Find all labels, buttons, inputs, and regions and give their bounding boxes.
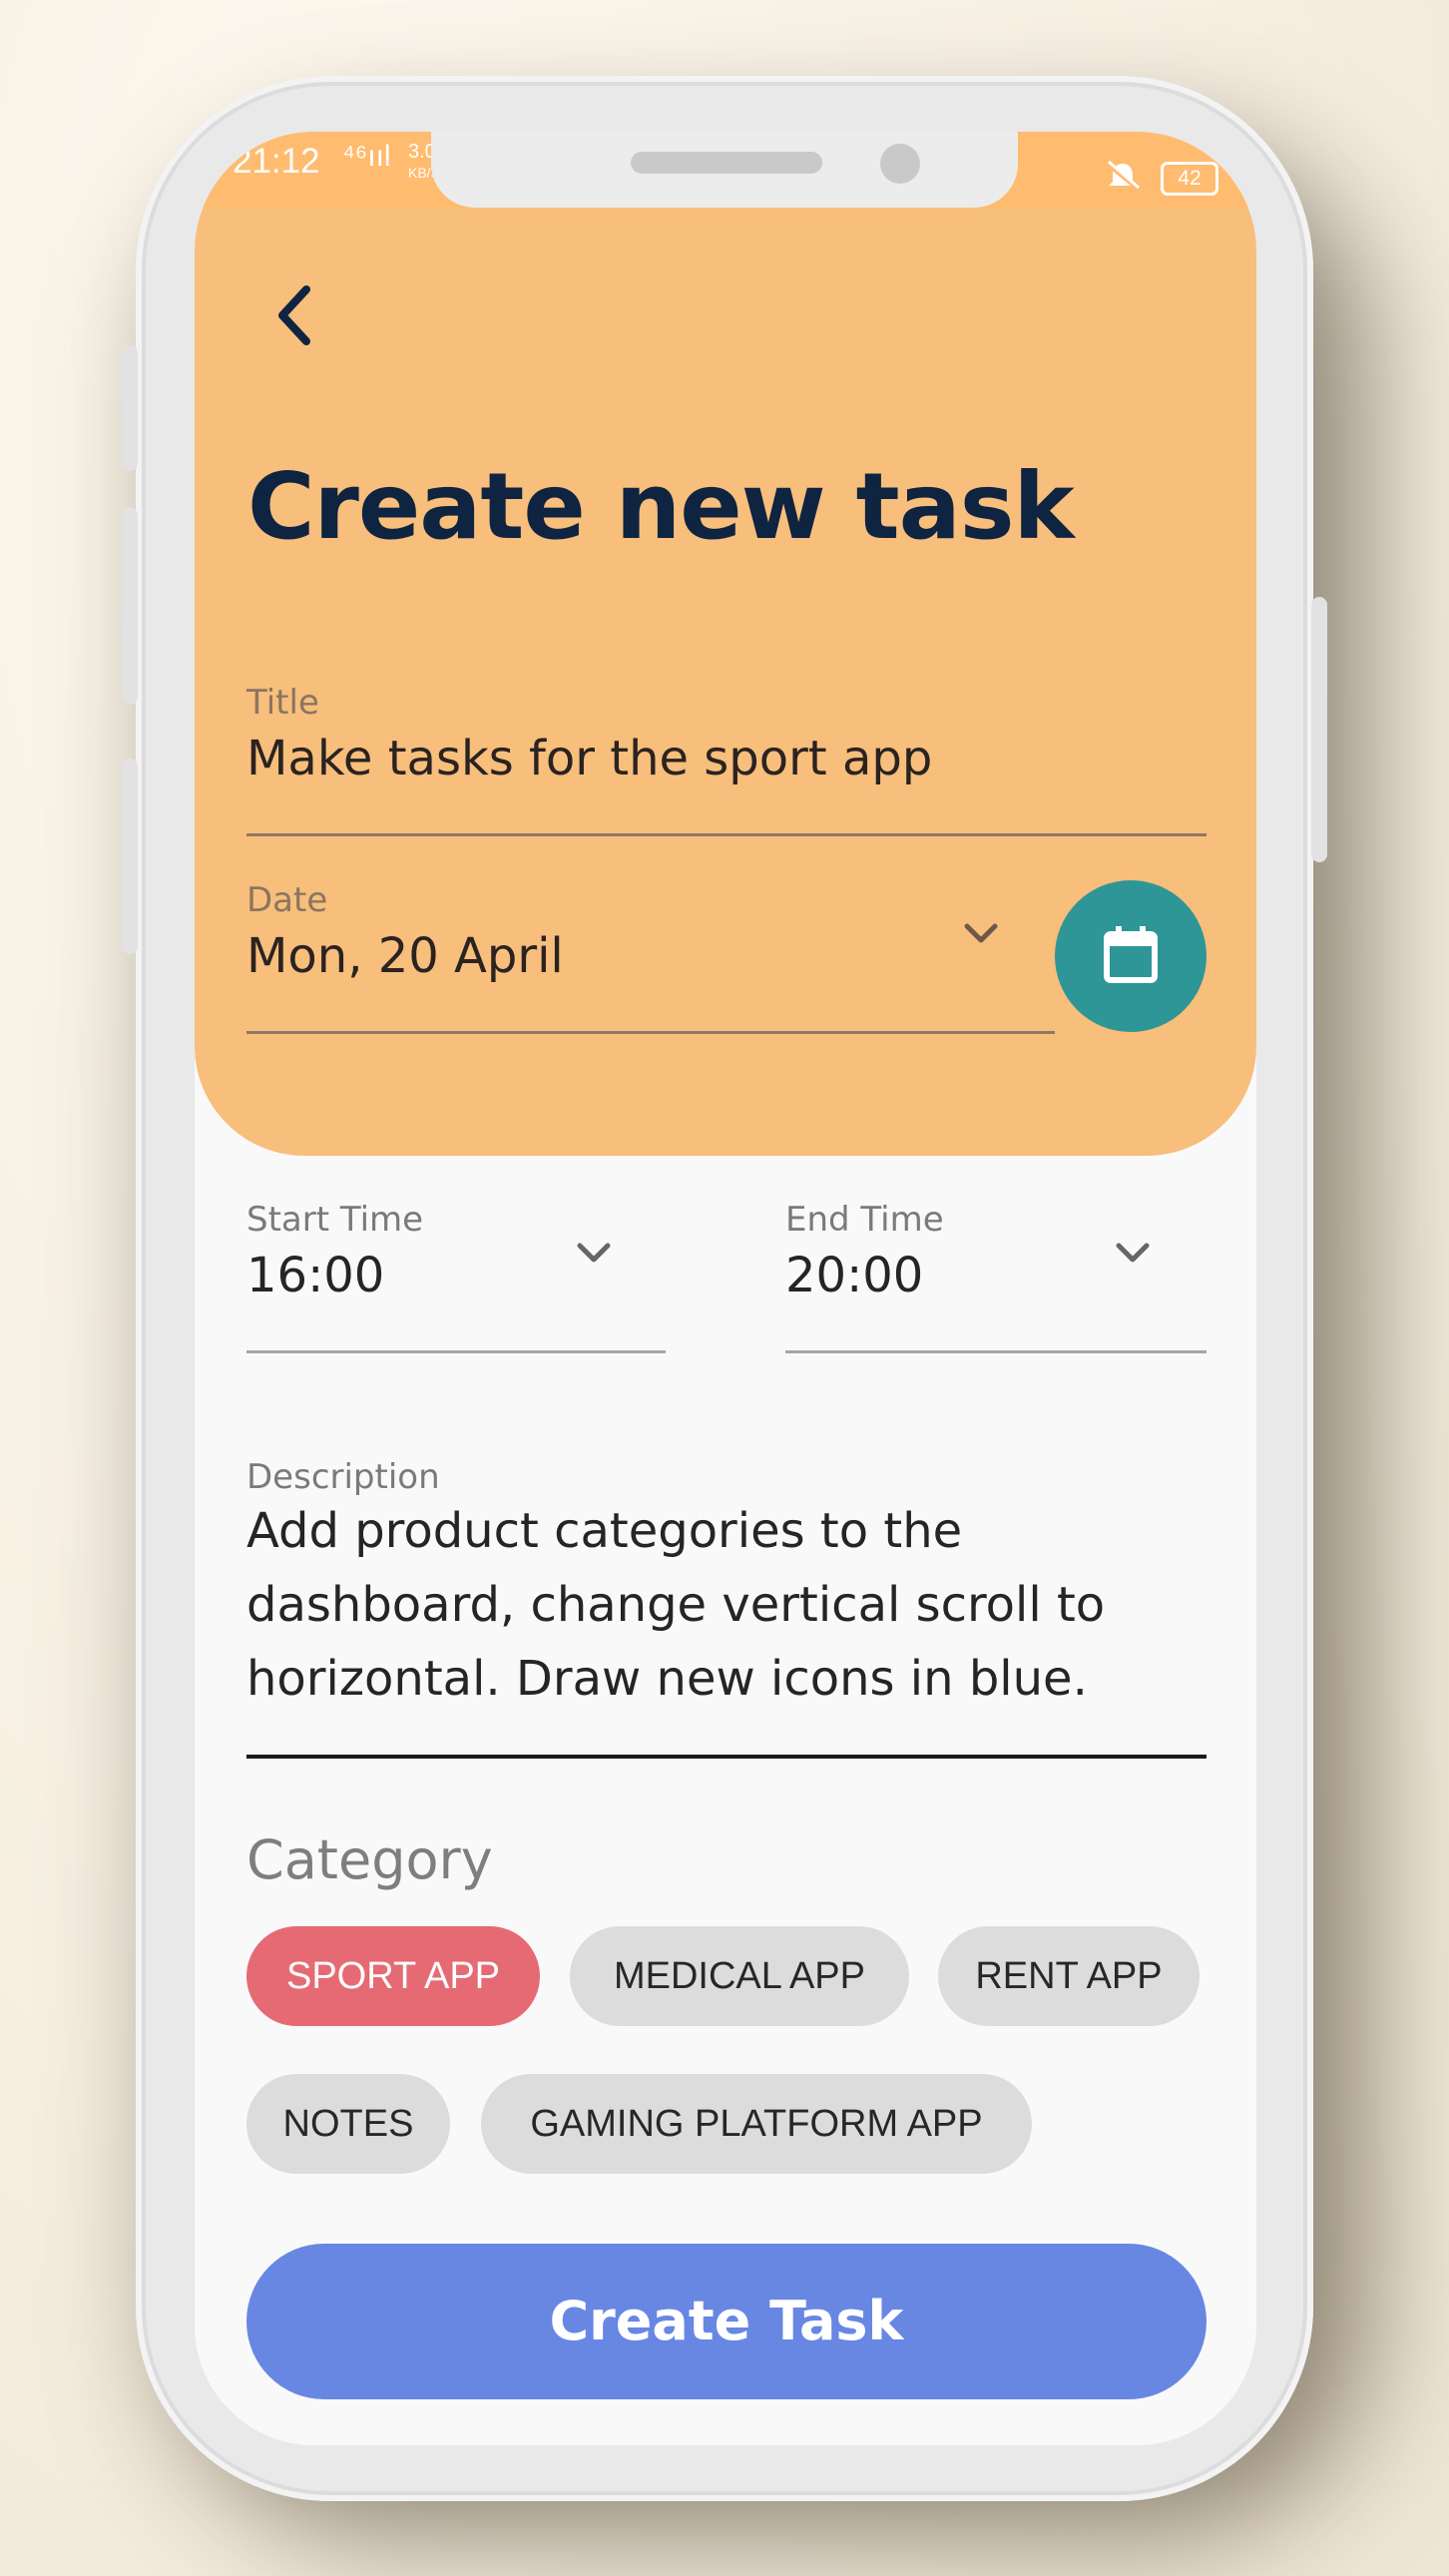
front-camera xyxy=(880,144,920,184)
title-underline xyxy=(246,833,1207,836)
category-chip-notes[interactable]: NOTES xyxy=(246,2074,450,2174)
category-chip-rent-app[interactable]: RENT APP xyxy=(938,1926,1200,2026)
app-screen: 21:12 ⁴⁶ııl 3.0 KB/S 42 Create new task … xyxy=(195,132,1256,2445)
description-underline xyxy=(246,1755,1207,1759)
chevron-left-icon xyxy=(278,285,310,345)
end-time-select[interactable]: 20:00 xyxy=(785,1248,923,1303)
battery-icon: 42 xyxy=(1161,162,1218,196)
category-chip-medical-app[interactable]: MEDICAL APP xyxy=(570,1926,909,2026)
speaker-grille xyxy=(631,152,822,174)
end-time-label: End Time xyxy=(785,1200,944,1240)
calendar-icon xyxy=(1104,926,1158,983)
signal-icon: ⁴⁶ııl xyxy=(342,142,391,172)
chevron-down-icon[interactable] xyxy=(1111,1238,1155,1268)
start-time-select[interactable]: 16:00 xyxy=(246,1248,384,1303)
camera-notch xyxy=(431,132,1018,208)
chevron-down-icon[interactable] xyxy=(572,1238,616,1268)
date-underline xyxy=(246,1031,1055,1034)
phone-side-button xyxy=(122,759,138,954)
create-task-button[interactable]: Create Task xyxy=(246,2244,1207,2399)
category-title: Category xyxy=(246,1828,493,1891)
date-label: Date xyxy=(246,880,328,920)
phone-power-button xyxy=(1311,597,1327,862)
phone-side-button xyxy=(122,507,138,705)
back-button[interactable] xyxy=(254,271,344,361)
category-chip-gaming-platform-app[interactable]: GAMING PLATFORM APP xyxy=(481,2074,1032,2174)
date-select[interactable]: Mon, 20 April xyxy=(246,928,564,984)
battery-level: 42 xyxy=(1178,167,1202,190)
calendar-button[interactable] xyxy=(1055,880,1207,1032)
category-chip-sport-app[interactable]: SPORT APP xyxy=(246,1926,540,2026)
chevron-down-icon[interactable] xyxy=(959,918,1003,948)
signal-indicator: ⁴⁶ııl xyxy=(342,140,391,173)
end-time-underline xyxy=(785,1350,1207,1353)
start-time-underline xyxy=(246,1350,666,1353)
start-time-label: Start Time xyxy=(246,1200,424,1240)
vibrate-off-icon xyxy=(1103,160,1143,201)
status-time: 21:12 xyxy=(233,142,320,181)
description-label: Description xyxy=(246,1457,440,1497)
title-input[interactable]: Make tasks for the sport app xyxy=(246,731,932,786)
phone-side-button xyxy=(122,345,138,471)
description-input[interactable]: Add product categories to the dashboard,… xyxy=(246,1494,1214,1716)
title-label: Title xyxy=(246,683,319,723)
page-title: Create new task xyxy=(247,453,1075,560)
